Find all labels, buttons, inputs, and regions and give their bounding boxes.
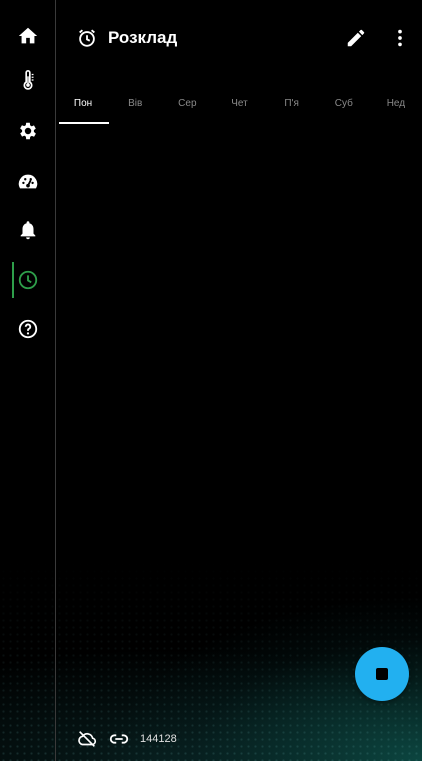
more-menu-button[interactable] (378, 16, 422, 60)
sidebar-item-help[interactable] (0, 307, 56, 351)
more-vert-icon (398, 29, 402, 47)
app-screen: Розклад Пон Вів Сер Чет П'я Суб Нед 1441… (0, 0, 422, 761)
sidebar-item-schedule[interactable] (0, 258, 56, 302)
tab-monday[interactable]: Пон (57, 82, 110, 124)
tab-sunday[interactable]: Нед (370, 82, 422, 124)
tab-saturday[interactable]: Суб (318, 82, 370, 124)
edit-button[interactable] (334, 16, 378, 60)
home-icon (18, 27, 38, 44)
tab-label: Нед (386, 97, 406, 109)
speedometer-icon (18, 174, 38, 189)
tab-tuesday[interactable]: Вів (109, 82, 161, 124)
thermometer-icon (23, 70, 34, 90)
sidebar (0, 0, 56, 761)
pencil-icon (347, 29, 365, 47)
day-tabs: Пон Вів Сер Чет П'я Суб Нед (57, 82, 422, 124)
sidebar-item-temperature[interactable] (0, 58, 56, 102)
stop-icon (376, 668, 388, 680)
stop-button[interactable] (355, 647, 409, 701)
tab-label: Сер (178, 97, 197, 109)
tab-label: Чет (231, 97, 248, 109)
clock-icon (18, 270, 38, 290)
top-app-bar: Розклад (57, 16, 422, 60)
tab-label: П'я (284, 97, 299, 109)
tab-label: Вів (128, 97, 143, 109)
sidebar-item-notifications[interactable] (0, 208, 56, 252)
tab-label: Суб (334, 97, 353, 109)
connection-status: 144128 (76, 726, 177, 752)
page-title: Розклад (108, 28, 178, 47)
tab-label: Пон (73, 97, 93, 109)
tab-wednesday[interactable]: Сер (161, 82, 213, 124)
gear-icon (20, 122, 36, 140)
device-id: 144128 (140, 733, 177, 745)
sidebar-item-dashboard[interactable] (0, 160, 56, 204)
cloud-off-icon (78, 731, 97, 747)
background-glow (0, 481, 422, 761)
help-icon (18, 319, 38, 339)
sidebar-item-home[interactable] (0, 14, 56, 58)
sidebar-item-settings[interactable] (0, 109, 56, 153)
link-icon (109, 734, 129, 744)
bell-icon (20, 221, 36, 240)
tab-friday[interactable]: П'я (266, 82, 318, 124)
tab-thursday[interactable]: Чет (213, 82, 265, 124)
schedule-icon (76, 27, 98, 49)
